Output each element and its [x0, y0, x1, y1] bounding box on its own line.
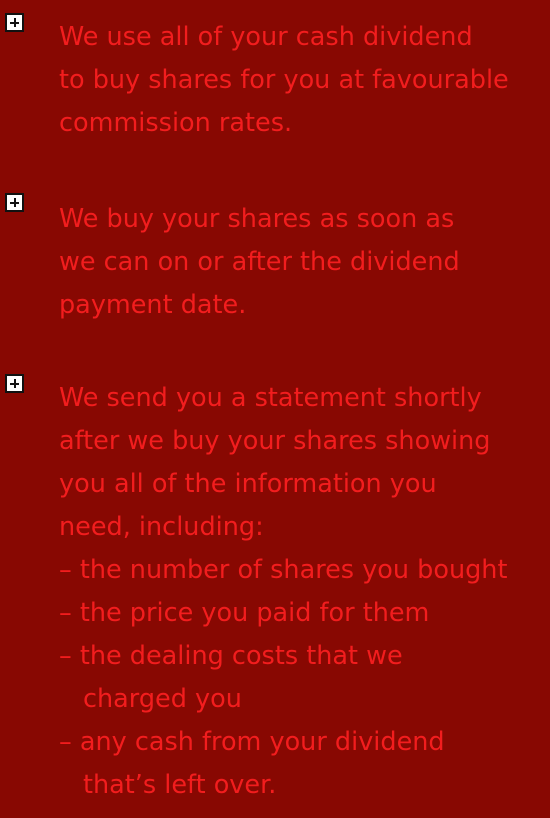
bullet-3-line-1: We send you a statement shortly — [59, 383, 482, 413]
bullet-2-line-1: We buy your shares as soon as — [59, 204, 455, 234]
bullet-3-line-4: need, including: — [59, 512, 264, 542]
subitem-3-continuation: charged you — [83, 684, 242, 714]
bullet-1-line-3: commission rates. — [59, 108, 293, 138]
bullet-3-line-2: after we buy your shares showing — [59, 426, 491, 456]
bullet-1-line-2: to buy shares for you at favourable — [59, 65, 509, 95]
subitem-4-continuation: that’s left over. — [83, 770, 277, 800]
subitem-1: – the number of shares you bought — [59, 555, 508, 585]
bullet-1-line-1: We use all of your cash dividend — [59, 22, 473, 52]
bullet-text-2: We buy your shares as soon as we can on … — [59, 198, 550, 327]
subitem-4: – any cash from your dividend — [59, 727, 445, 757]
plus-box-icon — [5, 193, 24, 212]
bullet-text-3: We send you a statement shortly after we… — [59, 377, 550, 807]
plus-box-icon — [5, 374, 24, 393]
bullet-2-line-2: we can on or after the dividend — [59, 247, 460, 277]
bullet-2-line-3: payment date. — [59, 290, 247, 320]
bullet-3-line-3: you all of the information you — [59, 469, 437, 499]
bullet-text-1: We use all of your cash dividend to buy … — [59, 16, 550, 145]
plus-box-icon — [5, 13, 24, 32]
subitem-2: – the price you paid for them — [59, 598, 430, 628]
subitem-3: – the dealing costs that we — [59, 641, 403, 671]
